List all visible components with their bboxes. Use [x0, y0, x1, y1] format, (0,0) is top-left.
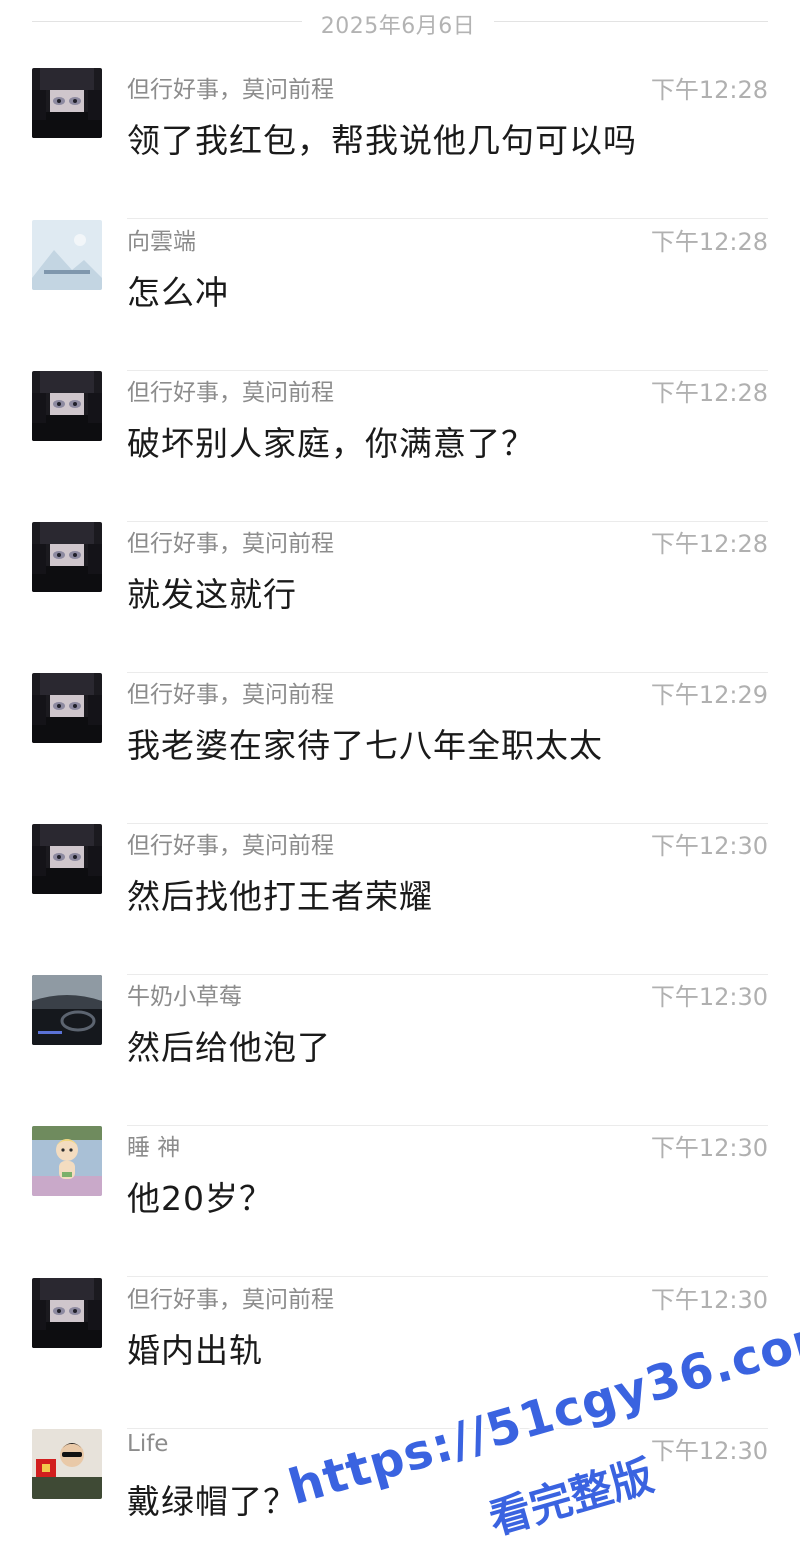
message-time: 下午12:30: [650, 832, 768, 860]
chat-message[interactable]: 但行好事，莫问前程 下午12:28 破坏别人家庭，你满意了？: [0, 371, 800, 522]
chat-message[interactable]: 但行好事，莫问前程 下午12:28 领了我红包，帮我说他几句可以吗: [0, 68, 800, 219]
message-time: 下午12:30: [650, 983, 768, 1011]
message-time: 下午12:29: [650, 681, 768, 709]
car-interior-avatar[interactable]: [32, 975, 102, 1045]
chat-message[interactable]: 但行好事，莫问前程 下午12:30 婚内出轨: [0, 1278, 800, 1429]
message-text: 婚内出轨: [127, 1331, 263, 1370]
message-text: 然后给他泡了: [127, 1028, 331, 1067]
sender-name[interactable]: 但行好事，莫问前程: [127, 675, 334, 709]
sender-name[interactable]: Life: [127, 1431, 168, 1457]
message-text: 领了我红包，帮我说他几句可以吗: [127, 121, 637, 160]
message-time: 下午12:30: [650, 1286, 768, 1314]
message-text: 怎么冲: [127, 273, 229, 312]
placeholder-image-avatar[interactable]: [32, 220, 102, 290]
dark-hair-girl-avatar[interactable]: [32, 371, 102, 441]
message-divider: [127, 1276, 768, 1277]
chat-message[interactable]: Life 下午12:30 戴绿帽了？: [0, 1429, 800, 1568]
dark-hair-girl-avatar[interactable]: [32, 824, 102, 894]
sender-name[interactable]: 但行好事，莫问前程: [127, 1280, 334, 1314]
sender-name[interactable]: 睡 神: [127, 1128, 180, 1162]
message-time: 下午12:28: [650, 530, 768, 558]
sender-name[interactable]: 向雲端: [127, 222, 196, 256]
dark-hair-girl-avatar[interactable]: [32, 68, 102, 138]
sender-name[interactable]: 但行好事，莫问前程: [127, 70, 334, 104]
sender-name[interactable]: 但行好事，莫问前程: [127, 826, 334, 860]
date-separator: 2025年6月6日: [0, 0, 800, 44]
chat-message[interactable]: 但行好事，莫问前程 下午12:28 就发这就行: [0, 522, 800, 673]
message-divider: [127, 218, 768, 219]
date-separator-line-right: [494, 21, 768, 22]
sender-name[interactable]: 牛奶小草莓: [127, 977, 242, 1011]
date-separator-line-left: [32, 21, 302, 22]
chat-message[interactable]: 向雲端 下午12:28 怎么冲: [0, 220, 800, 371]
message-time: 下午12:30: [650, 1134, 768, 1162]
dark-hair-girl-avatar[interactable]: [32, 1278, 102, 1348]
message-text: 然后找他打王者荣耀: [127, 877, 433, 916]
chat-history-page: 2025年6月6日 但行好事，莫问前程 下午12:28 领了我红包，帮我说他几句…: [0, 0, 800, 1568]
chat-message[interactable]: 牛奶小草莓 下午12:30 然后给他泡了: [0, 975, 800, 1126]
message-text: 就发这就行: [127, 575, 297, 614]
message-time: 下午12:28: [650, 228, 768, 256]
sender-name[interactable]: 但行好事，莫问前程: [127, 373, 334, 407]
dark-hair-girl-avatar[interactable]: [32, 673, 102, 743]
message-text: 破坏别人家庭，你满意了？: [127, 424, 535, 463]
message-time: 下午12:28: [650, 379, 768, 407]
sender-name[interactable]: 但行好事，莫问前程: [127, 524, 334, 558]
chat-message[interactable]: 但行好事，莫问前程 下午12:29 我老婆在家待了七八年全职太太: [0, 673, 800, 824]
cartoon-baby-avatar[interactable]: [32, 1126, 102, 1196]
chat-message[interactable]: 睡 神 下午12:30 他20岁？: [0, 1126, 800, 1277]
message-time: 下午12:30: [650, 1437, 768, 1465]
chat-message[interactable]: 但行好事，莫问前程 下午12:30 然后找他打王者荣耀: [0, 824, 800, 975]
message-text: 我老婆在家待了七八年全职太太: [127, 726, 603, 765]
message-time: 下午12:28: [650, 76, 768, 104]
message-text: 他20岁？: [127, 1179, 273, 1218]
dark-hair-girl-avatar[interactable]: [32, 522, 102, 592]
kid-with-sunglasses-avatar[interactable]: [32, 1429, 102, 1499]
date-separator-text: 2025年6月6日: [320, 14, 476, 39]
message-text: 戴绿帽了？: [127, 1482, 297, 1521]
